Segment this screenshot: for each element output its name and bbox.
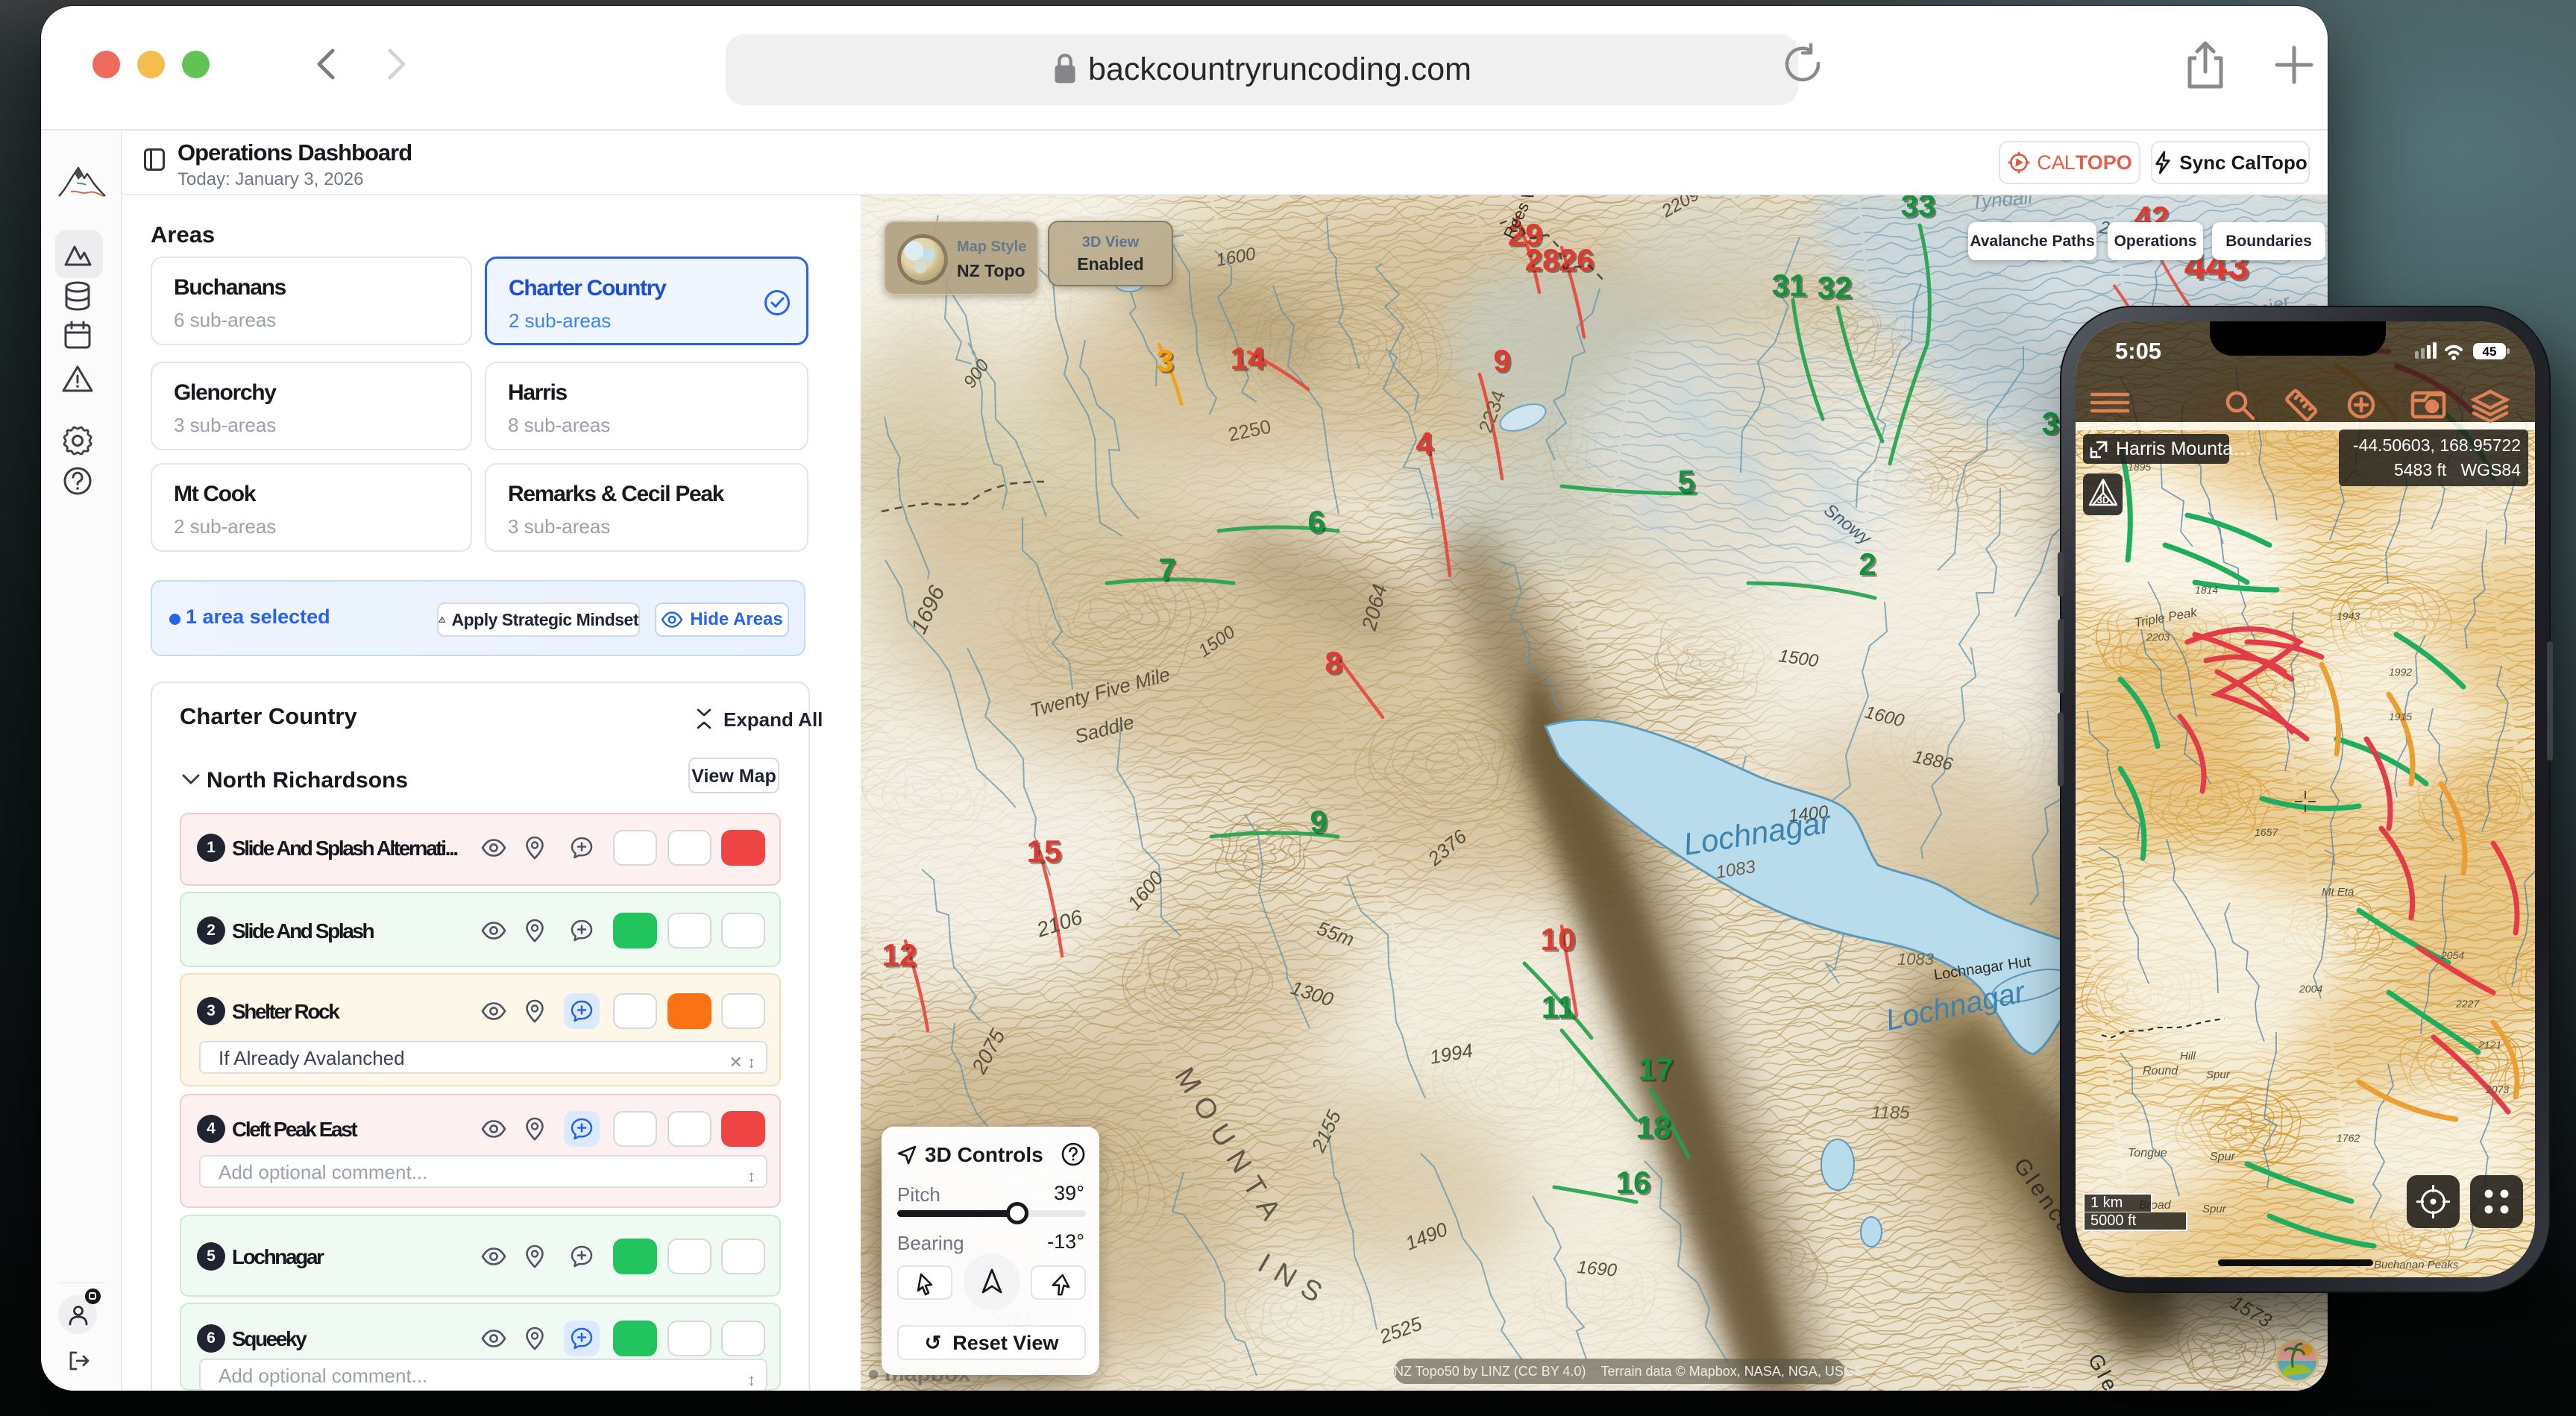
svg-text:Spur: Spur bbox=[2206, 1069, 2231, 1081]
svg-text:10: 10 bbox=[1541, 922, 1576, 957]
svg-text:31: 31 bbox=[1772, 268, 1807, 303]
svg-text:2004: 2004 bbox=[2299, 983, 2322, 995]
svg-text:12: 12 bbox=[882, 937, 917, 972]
svg-text:2054: 2054 bbox=[2440, 949, 2464, 961]
svg-text:1690: 1690 bbox=[1576, 1257, 1618, 1281]
svg-text:1083: 1083 bbox=[1897, 950, 1935, 969]
svg-text:2073: 2073 bbox=[2485, 1083, 2509, 1095]
svg-text:28: 28 bbox=[1525, 242, 1560, 277]
svg-text:Tongue: Tongue bbox=[2128, 1147, 2167, 1159]
svg-text:2227: 2227 bbox=[2455, 998, 2480, 1010]
svg-text:6: 6 bbox=[1307, 504, 1325, 539]
svg-text:15: 15 bbox=[1027, 834, 1062, 869]
svg-text:Buchanan Peaks: Buchanan Peaks bbox=[2374, 1259, 2459, 1271]
svg-text:Spur: Spur bbox=[2210, 1151, 2235, 1163]
svg-text:11: 11 bbox=[1542, 989, 1574, 1025]
svg-text:9: 9 bbox=[1310, 804, 1327, 839]
svg-text:Round: Round bbox=[2143, 1065, 2178, 1077]
svg-text:45: 45 bbox=[2483, 344, 2497, 359]
svg-text:18: 18 bbox=[1636, 1110, 1671, 1145]
svg-text:16: 16 bbox=[1616, 1165, 1651, 1200]
svg-text:9: 9 bbox=[1493, 343, 1510, 378]
svg-text:4: 4 bbox=[1416, 426, 1433, 461]
svg-text:1943: 1943 bbox=[2337, 610, 2360, 622]
svg-text:Spur: Spur bbox=[2202, 1203, 2227, 1215]
svg-text:17: 17 bbox=[1639, 1051, 1674, 1086]
svg-text:1657: 1657 bbox=[2255, 826, 2278, 838]
svg-text:1762: 1762 bbox=[2337, 1132, 2360, 1144]
svg-text:Mt Eta: Mt Eta bbox=[2322, 886, 2354, 899]
svg-text:1814: 1814 bbox=[2195, 584, 2218, 596]
svg-text:1400: 1400 bbox=[1788, 802, 1830, 826]
svg-text:1915: 1915 bbox=[2389, 711, 2412, 723]
svg-text:2: 2 bbox=[1859, 547, 1876, 582]
svg-text:14: 14 bbox=[1231, 341, 1266, 376]
svg-text:32: 32 bbox=[1818, 270, 1853, 305]
svg-text:5: 5 bbox=[1677, 464, 1694, 499]
svg-text:7: 7 bbox=[1158, 552, 1175, 587]
svg-text:33: 33 bbox=[1901, 195, 1936, 223]
svg-text:1992: 1992 bbox=[2389, 666, 2412, 678]
svg-text:3: 3 bbox=[1156, 343, 1173, 378]
svg-text:1185: 1185 bbox=[1871, 1103, 1910, 1123]
svg-text:26: 26 bbox=[1559, 242, 1595, 277]
svg-text:2203: 2203 bbox=[2146, 631, 2170, 643]
svg-text:3D: 3D bbox=[2097, 494, 2110, 506]
svg-text:Hill: Hill bbox=[2180, 1050, 2196, 1063]
svg-text:8: 8 bbox=[1325, 645, 1342, 680]
svg-text:2121: 2121 bbox=[2478, 1039, 2501, 1051]
